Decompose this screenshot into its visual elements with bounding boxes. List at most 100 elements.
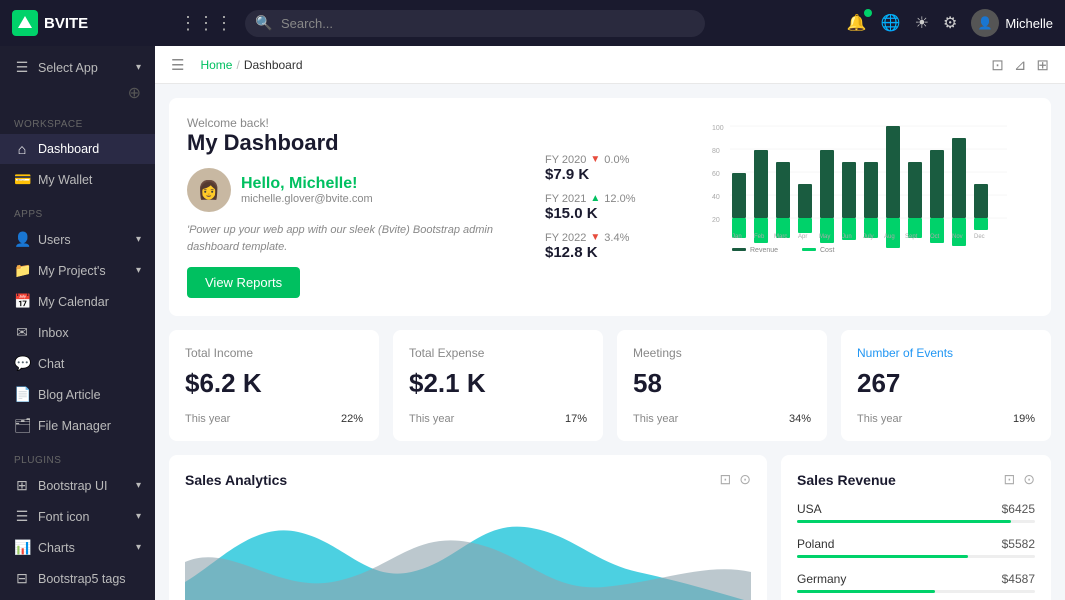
stat-meetings-label: Meetings xyxy=(633,346,811,360)
trend-down-icon-0: ▼ xyxy=(590,154,600,165)
sidebar-item-files[interactable]: 🗂 File Manager xyxy=(0,410,155,441)
search-input[interactable] xyxy=(245,10,705,37)
view-icon[interactable]: ⊞ xyxy=(1036,56,1049,74)
svg-text:Apr: Apr xyxy=(798,234,807,240)
breadcrumb-home[interactable]: Home xyxy=(200,58,232,72)
calendar-icon: 📅 xyxy=(14,293,30,310)
grid-icon[interactable]: ⋮⋮⋮ xyxy=(179,13,233,34)
top-navbar: BVITE ⋮⋮⋮ 🔍 🔔 🌐 ☀ ⚙ 👤 Michelle xyxy=(0,0,1065,46)
sidebar-item-inbox[interactable]: ✉ Inbox xyxy=(0,317,155,348)
fy-amount-0: $7.9 K xyxy=(545,166,675,183)
filter-icon[interactable]: ⊿ xyxy=(1014,56,1027,74)
sidebar-item-projects[interactable]: 📁 My Project's ▾ xyxy=(0,255,155,286)
trend-down-icon-2: ▼ xyxy=(590,232,600,243)
settings-icon[interactable]: ⚙ xyxy=(943,13,957,33)
user-name: Michelle xyxy=(1005,16,1053,31)
fy-label-0: FY 2020 ▼ 0.0% xyxy=(545,154,675,166)
sidebar-item-blog[interactable]: 📄 Blog Article xyxy=(0,379,155,410)
sidebar-item-calendar[interactable]: 📅 My Calendar xyxy=(0,286,155,317)
view-reports-button[interactable]: View Reports xyxy=(187,267,300,298)
fy-item-2: FY 2022 ▼ 3.4% $12.8 K xyxy=(545,232,675,261)
stat-meetings-value: 58 xyxy=(633,368,811,399)
sidebar-charts-label: Charts xyxy=(38,541,75,555)
revenue-more-icon[interactable]: ⊙ xyxy=(1023,471,1035,488)
charts-icon: 📊 xyxy=(14,539,30,556)
blog-icon: 📄 xyxy=(14,386,30,403)
plugins-title: PLUGINS xyxy=(0,455,155,470)
users-icon: 👤 xyxy=(14,231,30,248)
sidebar-item-charts[interactable]: 📊 Charts ▾ xyxy=(0,532,155,563)
revenue-bar-bg-poland xyxy=(797,555,1035,558)
sidebar-wallet-label: My Wallet xyxy=(38,173,92,187)
theme-icon[interactable]: ☀ xyxy=(915,13,929,33)
svg-text:Feb: Feb xyxy=(754,234,765,240)
chat-icon: 💬 xyxy=(14,355,30,372)
breadcrumb: Home / Dashboard xyxy=(200,58,302,72)
stat-events-label: Number of Events xyxy=(857,346,1035,360)
svg-text:Jun: Jun xyxy=(842,234,852,240)
sidebar-item-dashboard[interactable]: ⌂ Dashboard xyxy=(0,134,155,164)
revenue-item-usa: USA $6425 xyxy=(797,502,1035,523)
stat-events-footer: This year 19% xyxy=(857,413,1035,425)
user-area[interactable]: 👤 Michelle xyxy=(971,9,1053,37)
select-app-button[interactable]: ☰ Select App ▾ xyxy=(0,52,155,83)
sidebar-users-label: Users xyxy=(38,233,71,247)
logo-text: BVITE xyxy=(44,15,88,32)
revenue-item-poland: Poland $5582 xyxy=(797,537,1035,558)
fy-label-2: FY 2022 ▼ 3.4% xyxy=(545,232,675,244)
notification-icon[interactable]: 🔔 xyxy=(847,13,867,33)
revenue-row-poland: Poland $5582 xyxy=(797,537,1035,551)
select-app-icon: ☰ xyxy=(14,59,30,76)
sidebar-dashboard-label: Dashboard xyxy=(38,142,99,156)
stat-income-value: $6.2 K xyxy=(185,368,363,399)
sidebar-bootstrap5-label: Bootstrap5 tags xyxy=(38,572,126,586)
globe-icon[interactable]: 🌐 xyxy=(881,13,901,33)
sidebar-projects-label: My Project's xyxy=(38,264,106,278)
stat-card-meetings: Meetings 58 This year 34% xyxy=(617,330,827,441)
fy-amount-1: $15.0 K xyxy=(545,205,675,222)
bootstrap5-icon: ⊟ xyxy=(14,570,30,587)
revenue-expand-icon[interactable]: ⊡ xyxy=(1004,471,1016,488)
layout-icon[interactable]: ⊡ xyxy=(991,56,1004,74)
stat-income-pct: 22% xyxy=(341,413,363,425)
hamburger-icon[interactable]: ☰ xyxy=(171,56,184,74)
revenue-row-usa: USA $6425 xyxy=(797,502,1035,516)
analytics-expand-icon[interactable]: ⊡ xyxy=(720,471,732,488)
sidebar-item-bootstrap[interactable]: ⊞ Bootstrap UI ▾ xyxy=(0,470,155,501)
analytics-more-icon[interactable]: ⊙ xyxy=(739,471,751,488)
sales-analytics-card: Sales Analytics ⊡ ⊙ xyxy=(169,455,767,600)
bottom-row: Sales Analytics ⊡ ⊙ xyxy=(169,455,1051,600)
projects-arrow: ▾ xyxy=(136,265,141,276)
svg-text:Revenue: Revenue xyxy=(750,247,778,254)
revenue-items: USA $6425 Poland $5582 xyxy=(797,502,1035,593)
sub-header-icons: ⊡ ⊿ ⊞ xyxy=(991,56,1049,74)
logo-icon xyxy=(12,10,38,36)
sidebar-item-fonticon[interactable]: ☰ Font icon ▾ xyxy=(0,501,155,532)
revenue-row-germany: Germany $4587 xyxy=(797,572,1035,586)
workspace-title: WORKSPACE xyxy=(0,119,155,134)
search-icon: 🔍 xyxy=(255,15,272,32)
dashboard-content: Welcome back! My Dashboard 👩 Hello, Mich… xyxy=(155,84,1065,600)
svg-text:May: May xyxy=(819,234,830,240)
revenue-amount-germany: $4587 xyxy=(1002,572,1035,586)
revenue-country-poland: Poland xyxy=(797,537,834,551)
users-arrow: ▾ xyxy=(136,234,141,245)
sidebar-item-users[interactable]: 👤 Users ▾ xyxy=(0,224,155,255)
stat-meetings-footer: This year 34% xyxy=(633,413,811,425)
sidebar-item-wallet[interactable]: 💳 My Wallet xyxy=(0,164,155,195)
add-icon[interactable]: ⊕ xyxy=(128,83,141,103)
main-content: ☰ Home / Dashboard ⊡ ⊿ ⊞ Welcome back! M… xyxy=(155,46,1065,600)
sidebar-item-datatables[interactable]: ≡ Datatables xyxy=(0,594,155,600)
stats-row: Total Income $6.2 K This year 22% Total … xyxy=(169,330,1051,441)
stat-expense-pct: 17% xyxy=(565,413,587,425)
user-email: michelle.glover@bvite.com xyxy=(241,193,373,205)
sidebar-item-bootstrap5[interactable]: ⊟ Bootstrap5 tags xyxy=(0,563,155,594)
welcome-description: 'Power up your web app with our sleek (B… xyxy=(187,222,529,255)
revenue-card-header: Sales Revenue ⊡ ⊙ xyxy=(797,471,1035,488)
fy-label-1: FY 2021 ▲ 12.0% xyxy=(545,193,675,205)
sidebar-calendar-label: My Calendar xyxy=(38,295,109,309)
stat-card-income: Total Income $6.2 K This year 22% xyxy=(169,330,379,441)
analytics-chart xyxy=(185,502,751,600)
stat-expense-footer-label: This year xyxy=(409,413,454,425)
sidebar-item-chat[interactable]: 💬 Chat xyxy=(0,348,155,379)
